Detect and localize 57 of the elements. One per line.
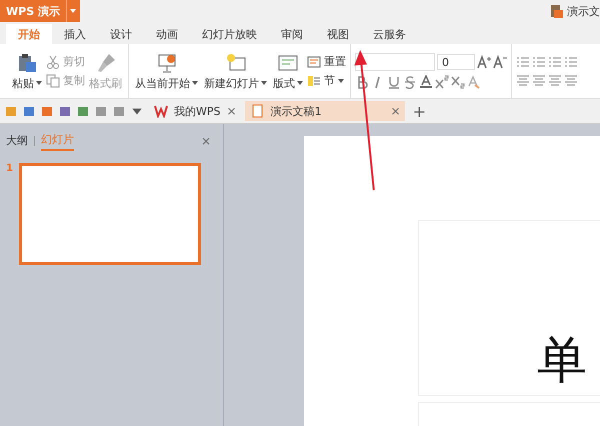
align-center-icon [532,73,546,87]
align-left-icon [516,73,530,87]
slide-thumbnail[interactable] [18,163,201,265]
document-tab[interactable]: 演示文稿1 [244,101,328,121]
new-slide-button[interactable]: 新建幻灯片 [202,52,269,90]
grow-font-icon [477,55,491,69]
numbering-icon [532,55,546,69]
title-placeholder-text[interactable]: 单 [537,335,587,385]
ribbon-tab[interactable]: 云服务 [361,24,418,44]
section-icon [307,74,321,88]
logo-icon [154,104,168,118]
layout-button[interactable]: 版式 [271,52,305,90]
outdent-icon [548,55,562,69]
shrink-font-icon [493,55,507,69]
font-color-icon [419,75,433,89]
ribbon-tab[interactable]: 设计 [98,24,144,44]
caret-icon [36,81,42,85]
new-tab-icon[interactable]: + [408,102,430,120]
document-title: 演示文 [567,4,600,18]
align-right-icon [548,73,562,87]
app-menu-dropdown[interactable] [66,0,80,22]
ribbon-tab[interactable]: 审阅 [269,24,315,44]
reset-icon [307,54,321,68]
font-size-field[interactable]: 0 [437,54,475,70]
paste-button[interactable]: 粘贴 [10,52,44,90]
bullets-icon [516,55,530,69]
close-tab-icon[interactable]: × [390,104,405,118]
caret-icon [192,81,198,85]
underline-icon [387,75,401,89]
new-slide-icon [224,52,246,74]
scissors-icon [46,54,60,68]
slide-number: 1 [6,163,13,174]
projector-icon [156,52,178,74]
ribbon-tab[interactable]: 视图 [315,24,361,44]
section-button[interactable]: 节 [307,73,346,88]
clear-format-icon [467,75,481,89]
font-name-field[interactable] [355,53,435,71]
justify-icon [564,73,578,87]
document-tab[interactable]: 我的WPS [148,101,226,121]
panel-tab[interactable]: 大纲 [6,131,28,150]
ribbon-tab[interactable]: 幻灯片放映 [190,24,269,44]
caret-icon [297,81,303,85]
caret-icon [70,9,76,13]
ribbon-tab[interactable]: 动画 [144,24,190,44]
play-from-current-button[interactable]: 从当前开始 [133,52,200,90]
clipboard-icon [16,52,38,74]
close-tab-icon[interactable]: × [226,104,241,118]
reset-button[interactable]: 重置 [307,54,346,69]
superscript-icon [435,75,449,89]
caret-icon [338,78,344,82]
copy-icon [46,74,60,88]
bold-icon [355,75,369,89]
caret-icon [261,81,267,85]
indent-icon [564,55,578,69]
ribbon-tab[interactable]: 插入 [52,24,98,44]
strikethrough-icon [403,75,417,89]
subscript-icon [451,75,465,89]
